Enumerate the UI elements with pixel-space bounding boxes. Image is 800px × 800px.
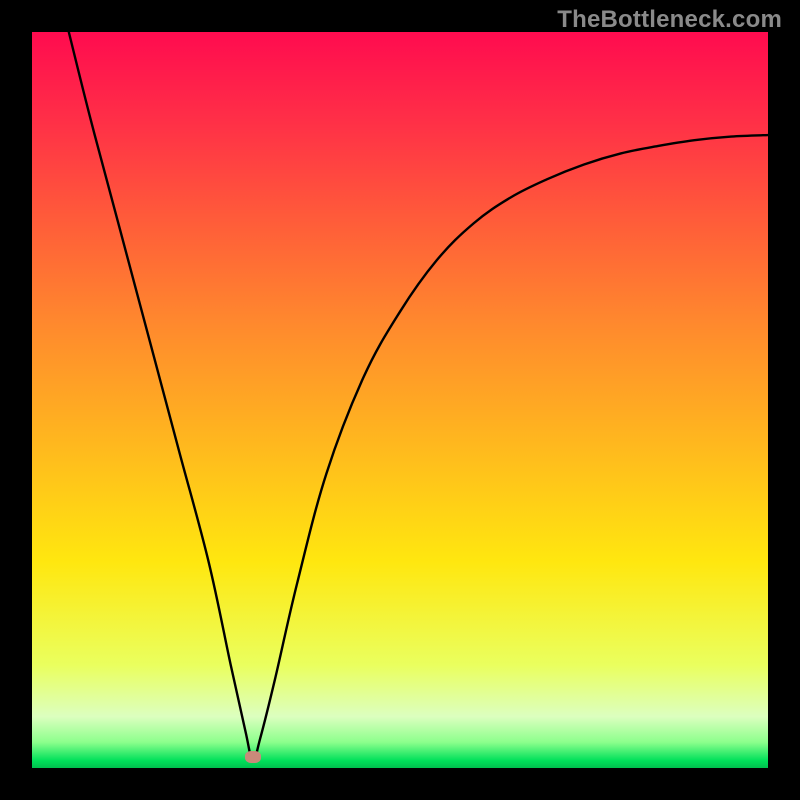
watermark-text: TheBottleneck.com	[557, 6, 782, 34]
minimum-marker	[245, 751, 261, 763]
bottleneck-curve	[32, 32, 768, 768]
plot-area	[32, 32, 768, 768]
chart-frame: TheBottleneck.com	[0, 0, 800, 800]
